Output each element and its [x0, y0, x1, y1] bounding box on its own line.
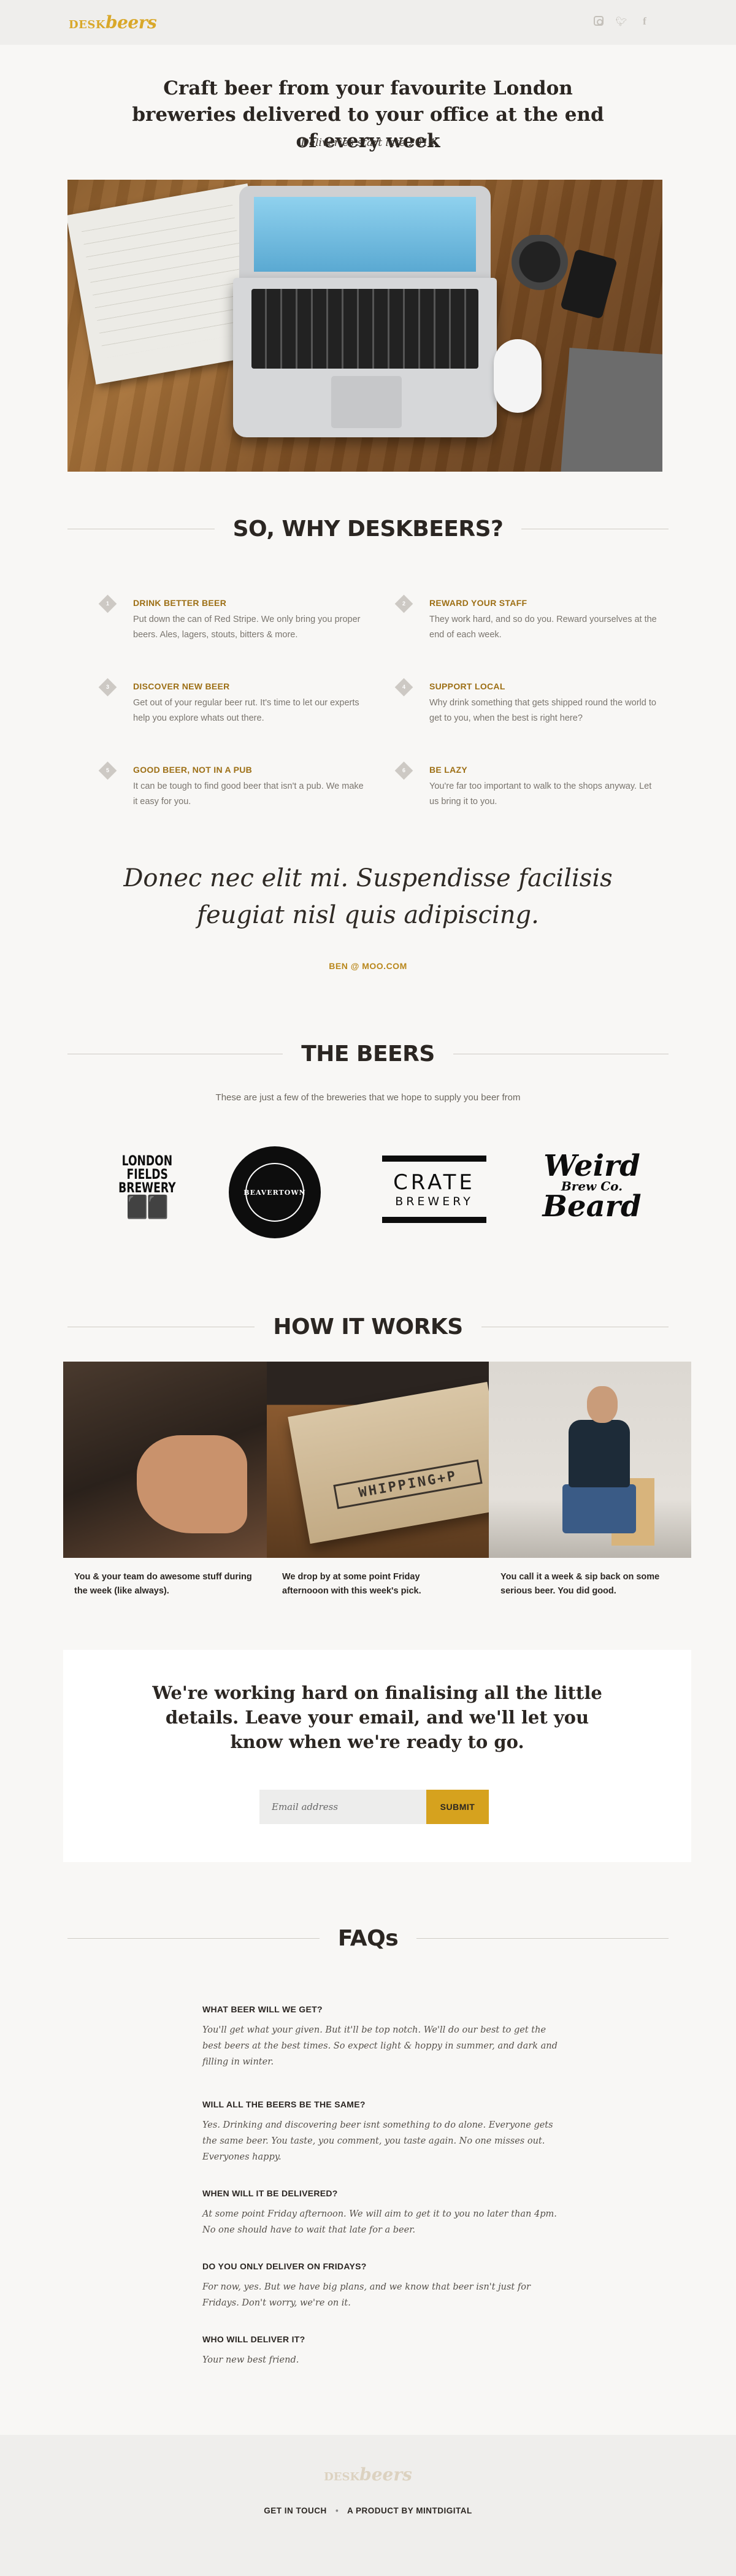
faq-answer: Yes. Drinking and discovering beer isnt …	[202, 2120, 553, 2162]
faq-answer: For now, yes. But we have big plans, and…	[202, 2282, 531, 2308]
feature-title: DISCOVER NEW BEER	[133, 681, 230, 691]
mouse-illustration	[494, 339, 542, 413]
how-section-heading: HOW IT WORKS	[67, 1314, 669, 1340]
hero-subtitle: Deliveries start late 2014	[301, 137, 435, 149]
facebook-icon[interactable]: f	[639, 15, 650, 27]
hero-desk-photo	[67, 180, 662, 472]
how-heading: HOW IT WORKS	[273, 1314, 463, 1340]
footer-logo[interactable]: DESKbeers	[0, 2464, 736, 2485]
signup-title: We're working hard on finalising all the…	[152, 1682, 602, 1752]
faqs-section-heading: FAQs	[67, 1925, 669, 1951]
how-step-text: You & your team do awesome stuff during …	[74, 1572, 252, 1596]
weird-beard-brew-co-logo: Weird Brew Co. Beard	[542, 1149, 642, 1224]
faq-answer: Your new best friend.	[202, 2355, 299, 2365]
person-legs-illustration	[562, 1484, 636, 1533]
beavertown-brewery-logo: BEAVERTOWN	[229, 1146, 321, 1238]
beers-section-heading: THE BEERS	[67, 1041, 669, 1067]
instagram-icon[interactable]	[594, 16, 604, 26]
faq-answer: You'll get what your given. But it'll be…	[202, 2025, 558, 2067]
testimonial-quote: Donec nec elit mi. Suspendisse facilisis…	[123, 864, 613, 929]
feature-text: Get out of your regular beer rut. It's t…	[133, 698, 359, 723]
diamond-number-icon: 6	[394, 761, 413, 780]
feature-text: You're far too important to walk to the …	[429, 781, 652, 807]
mintdigital-link[interactable]: A PRODUCT BY MINTDIGITAL	[347, 2506, 472, 2515]
diamond-number-icon: 2	[394, 594, 413, 613]
crate-brewery-logo: CRATE BREWERY	[382, 1156, 486, 1223]
how-step-text: You call it a week & sip back on some se…	[500, 1572, 660, 1596]
footer-links: GET IN TOUCH • A PRODUCT BY MINTDIGITAL	[0, 2506, 736, 2515]
why-section-heading: SO, WHY DESKBEERS?	[67, 516, 669, 542]
feature-text: Why drink something that gets shipped ro…	[429, 698, 656, 723]
diamond-number-icon: 4	[394, 678, 413, 697]
deskbeers-logo[interactable]: DESKbeers	[69, 12, 157, 33]
social-links: 🐦︎ f	[594, 15, 650, 27]
london-fields-brewery-logo: LONDON FIELDS BREWERY ⬛⬛	[118, 1154, 176, 1220]
feature-title: REWARD YOUR STAFF	[429, 598, 527, 608]
footer: DESKbeers GET IN TOUCH • A PRODUCT BY MI…	[0, 2435, 736, 2576]
trackpad-illustration	[331, 376, 402, 428]
person-relaxing-photo	[489, 1362, 691, 1558]
laptop-screen-illustration	[239, 186, 491, 278]
faq-answer: At some point Friday afternoon. We will …	[202, 2209, 557, 2235]
diamond-number-icon: 3	[98, 678, 117, 697]
diamond-number-icon: 1	[98, 594, 117, 613]
faq-question: WHAT BEER WILL WE GET?	[202, 2004, 323, 2014]
signup-panel: We're working hard on finalising all the…	[63, 1650, 691, 1862]
feature-text: Put down the can of Red Stripe. We only …	[133, 615, 361, 640]
feature-title: GOOD BEER, NOT IN A PUB	[133, 765, 253, 775]
faq-question: WILL ALL THE BEERS BE THE SAME?	[202, 2099, 366, 2109]
footer-separator: •	[335, 2506, 339, 2515]
how-step-text: We drop by at some point Friday afternoo…	[282, 1572, 421, 1596]
faq-question: WHO WILL DELIVER IT?	[202, 2334, 305, 2344]
twitter-icon[interactable]: 🐦︎	[615, 16, 627, 27]
feature-text: They work hard, and so do you. Reward yo…	[429, 615, 657, 640]
delivery-box-photo: WHIPPING+P	[267, 1362, 489, 1558]
feature-text: It can be tough to find good beer that i…	[133, 781, 364, 807]
why-heading: SO, WHY DESKBEERS?	[232, 516, 504, 542]
feature-title: DRINK BETTER BEER	[133, 598, 227, 608]
divider	[416, 1938, 669, 1939]
keyboard-illustration	[251, 289, 478, 369]
feature-title: SUPPORT LOCAL	[429, 681, 505, 691]
faq-question: WHEN WILL IT BE DELIVERED?	[202, 2188, 338, 2198]
top-bar: DESKbeers 🐦︎ f	[0, 0, 736, 45]
faqs-heading: FAQs	[337, 1925, 399, 1951]
submit-button[interactable]: SUBMIT	[426, 1790, 489, 1824]
cup-illustration	[509, 235, 570, 302]
faq-question: DO YOU ONLY DELIVER ON FRIDAYS?	[202, 2261, 367, 2271]
person-body-illustration	[569, 1420, 630, 1487]
person-head-illustration	[587, 1386, 618, 1423]
testimonial-author: BEN @ MOO.COM	[329, 961, 407, 971]
email-input[interactable]	[259, 1790, 426, 1824]
diamond-number-icon: 5	[98, 761, 117, 780]
beers-heading: THE BEERS	[301, 1041, 435, 1067]
divider	[67, 1938, 320, 1939]
get-in-touch-link[interactable]: GET IN TOUCH	[264, 2506, 327, 2515]
feature-title: BE LAZY	[429, 765, 467, 775]
beers-subtitle: These are just a few of the breweries th…	[215, 1092, 521, 1103]
team-working-photo	[63, 1362, 267, 1558]
folder-illustration	[559, 348, 662, 472]
